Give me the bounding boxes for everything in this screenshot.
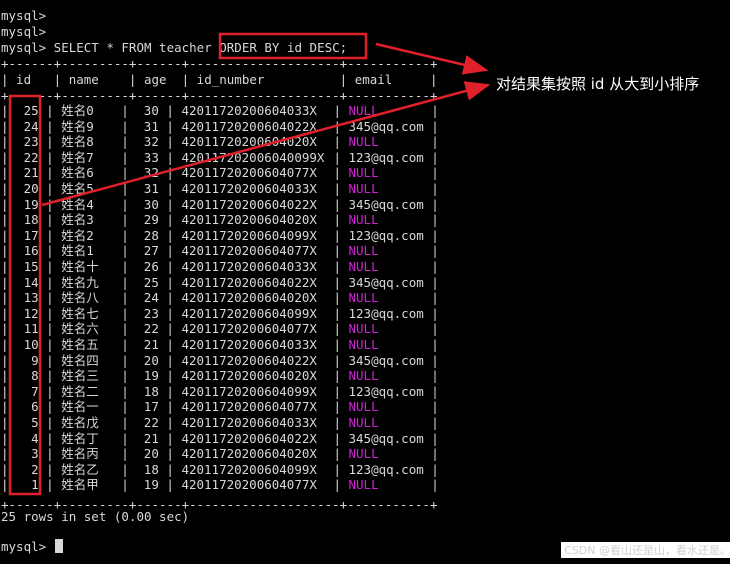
watermark: CSDN @看山还是山，看水还是。 (561, 542, 734, 558)
annotation-label: 对结果集按照 id 从大到小排序 (496, 75, 700, 93)
highlight-box-id-column (8, 94, 42, 496)
arrow-to-annotation-from-column (41, 81, 491, 207)
arrow-to-annotation-from-query (375, 42, 489, 75)
highlight-box-order-by (218, 32, 368, 60)
